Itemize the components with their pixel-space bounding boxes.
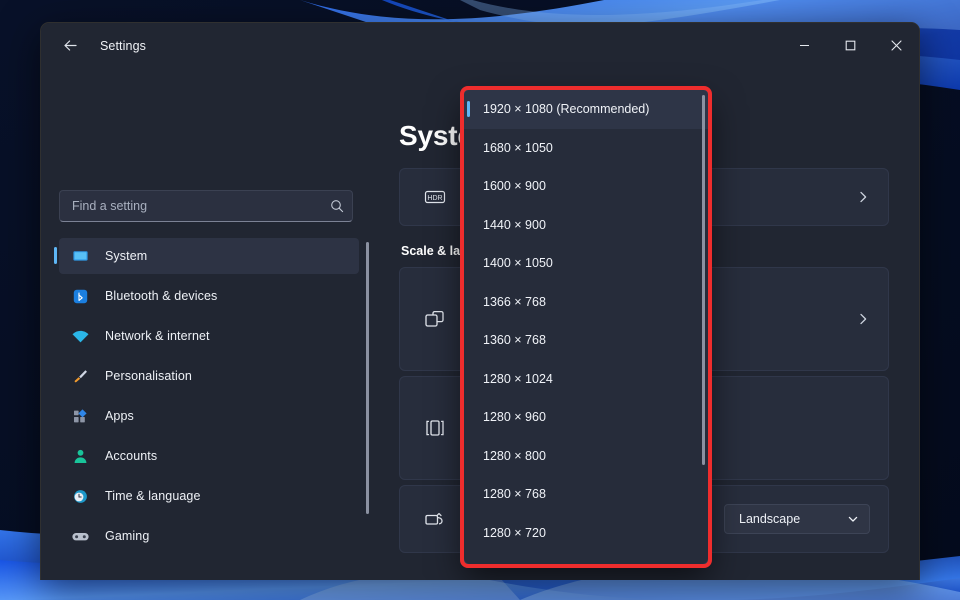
sidebar-item-accounts[interactable]: Accounts [59, 438, 359, 474]
sidebar-item-label: Network & internet [105, 329, 210, 343]
maximize-icon [845, 40, 855, 51]
resolution-option[interactable]: 1440 × 900 [464, 206, 708, 245]
resolution-option[interactable]: 1400 × 1050 [464, 244, 708, 283]
sidebar: System Bluetooth & devices [41, 68, 371, 580]
resolution-option[interactable]: 1280 × 768 [464, 475, 708, 514]
maximize-button[interactable] [827, 23, 873, 68]
orientation-value: Landscape [739, 512, 801, 526]
minimize-button[interactable] [781, 23, 827, 68]
scale-icon [422, 306, 448, 332]
clock-icon [69, 485, 91, 507]
resolution-options-dropdown[interactable]: 1920 × 1080 (Recommended) 1680 × 1050 1600… [463, 89, 709, 565]
hdr-icon: HDR [422, 184, 448, 210]
bluetooth-icon [69, 285, 91, 307]
resolution-option[interactable]: 1280 × 720 [464, 514, 708, 553]
resolution-option[interactable]: 1280 × 800 [464, 437, 708, 476]
chevron-right-icon[interactable] [856, 312, 870, 326]
dropdown-scrollbar[interactable] [702, 95, 705, 465]
settings-window: Settings Find a setting System Bluetooth… [40, 22, 920, 580]
resolution-option[interactable]: 1600 × 900 [464, 167, 708, 206]
sidebar-item-network-internet[interactable]: Network & internet [59, 318, 359, 354]
resolution-option[interactable]: 1920 × 1080 (Recommended) [464, 90, 708, 129]
chevron-down-icon [847, 513, 859, 525]
search-box[interactable] [59, 190, 353, 222]
resolution-option[interactable]: 1680 × 1050 [464, 129, 708, 168]
sidebar-scrollbar[interactable] [366, 242, 369, 514]
sidebar-item-label: Bluetooth & devices [105, 289, 218, 303]
sidebar-item-label: Time & language [105, 489, 201, 503]
resolution-option-list: 1920 × 1080 (Recommended) 1680 × 1050 1600… [464, 90, 708, 552]
title-bar: Settings [41, 23, 919, 68]
sidebar-item-label: System [105, 249, 148, 263]
paintbrush-icon [69, 365, 91, 387]
apps-icon [69, 405, 91, 427]
sidebar-item-time-language[interactable]: Time & language [59, 478, 359, 514]
sidebar-item-system[interactable]: System [54, 238, 359, 274]
resolution-option[interactable]: 1280 × 960 [464, 398, 708, 437]
chevron-right-icon[interactable] [856, 190, 870, 204]
back-arrow-icon [63, 40, 77, 51]
svg-text:HDR: HDR [427, 195, 442, 202]
sidebar-nav: System Bluetooth & devices Network & int… [41, 238, 371, 580]
sidebar-item-apps[interactable]: Apps [59, 398, 359, 434]
resolution-option[interactable]: 1280 × 1024 [464, 360, 708, 399]
person-icon [69, 445, 91, 467]
back-button[interactable] [53, 29, 87, 63]
minimize-icon [799, 45, 809, 46]
close-button[interactable] [873, 23, 919, 68]
close-icon [890, 40, 902, 51]
sidebar-item-gaming[interactable]: Gaming [59, 518, 359, 554]
monitor-icon [69, 245, 91, 267]
sidebar-item-bluetooth-devices[interactable]: Bluetooth & devices [59, 278, 359, 314]
display-orientation-icon [422, 506, 448, 532]
app-title: Settings [100, 38, 146, 53]
sidebar-item-personalisation[interactable]: Personalisation [59, 358, 359, 394]
sidebar-item-label: Personalisation [105, 369, 192, 383]
search-icon[interactable] [330, 199, 344, 213]
display-resolution-icon [422, 415, 448, 441]
wifi-icon [69, 325, 91, 347]
search-container [41, 190, 371, 222]
window-controls [781, 23, 919, 68]
resolution-option[interactable]: 1360 × 768 [464, 321, 708, 360]
search-input[interactable] [72, 199, 330, 213]
sidebar-item-label: Apps [105, 409, 134, 423]
gamepad-icon [69, 525, 91, 547]
resolution-option[interactable]: 1366 × 768 [464, 283, 708, 322]
sidebar-item-label: Accounts [105, 449, 158, 463]
orientation-dropdown[interactable]: Landscape [724, 504, 870, 534]
desktop: Settings Find a setting System Bluetooth… [0, 0, 960, 600]
sidebar-item-label: Gaming [105, 529, 150, 543]
